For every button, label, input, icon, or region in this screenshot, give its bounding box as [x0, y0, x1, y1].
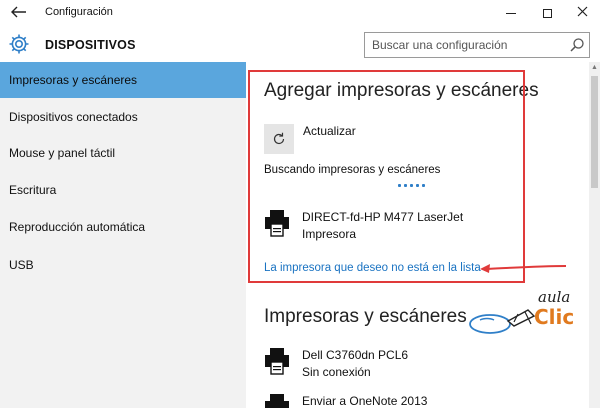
device-name: Enviar a OneNote 2013 [302, 394, 428, 408]
device-status: Sin conexión [302, 365, 371, 379]
refresh-icon [273, 132, 285, 145]
content-pane [246, 62, 586, 408]
page-header: DISPOSITIVOS [0, 26, 600, 62]
sidebar-item-reproduccion[interactable]: Reproducción automática [0, 209, 246, 245]
printer-icon [264, 346, 290, 376]
minimize-button[interactable] [497, 2, 525, 24]
sidebar: Impresoras y escáneres Dispositivos cone… [0, 62, 246, 408]
printer-icon [264, 208, 290, 238]
maximize-button[interactable] [533, 2, 561, 24]
back-arrow-icon[interactable] [8, 4, 30, 22]
scroll-thumb[interactable] [591, 76, 598, 188]
logo-text-aula: aula [538, 288, 571, 306]
printer-not-listed-link[interactable]: La impresora que deseo no está en la lis… [264, 262, 481, 274]
progress-dot [404, 184, 407, 187]
window-title: Configuración [45, 6, 113, 18]
sidebar-item-dispositivos-conectados[interactable]: Dispositivos conectados [0, 99, 246, 135]
sidebar-item-mouse[interactable]: Mouse y panel táctil [0, 135, 246, 171]
title-bar: Configuración [0, 0, 600, 26]
logo-text-clic: Clic [534, 305, 575, 329]
minimize-icon [506, 13, 516, 15]
device-name: DIRECT-fd-HP M477 LaserJet [302, 210, 464, 224]
search-box[interactable] [364, 32, 590, 58]
device-name: Dell C3760dn PCL6 [302, 348, 409, 362]
sidebar-item-escritura[interactable]: Escritura [0, 172, 246, 208]
gear-icon [8, 33, 30, 55]
sidebar-item-impresoras[interactable]: Impresoras y escáneres [0, 62, 246, 98]
refresh-button[interactable] [264, 124, 294, 154]
scroll-up-arrow-icon[interactable]: ▲ [589, 62, 600, 74]
device-type: Impresora [302, 227, 357, 241]
aulaclic-logo: aula Clic [468, 288, 586, 344]
searching-status: Buscando impresoras y escáneres [264, 164, 441, 176]
printer-icon [264, 392, 290, 408]
search-input[interactable] [365, 33, 563, 57]
page-title: DISPOSITIVOS [45, 38, 136, 52]
progress-dot [416, 184, 419, 187]
mouse-graduation-cap-icon [469, 309, 536, 334]
progress-dot [410, 184, 413, 187]
scrollbar[interactable]: ▲ [589, 62, 600, 408]
progress-dot [422, 184, 425, 187]
progress-dot [398, 184, 401, 187]
maximize-icon [542, 9, 552, 19]
refresh-label[interactable]: Actualizar [303, 124, 356, 138]
close-button[interactable] [568, 2, 596, 24]
close-icon [577, 6, 587, 17]
printers-list-heading: Impresoras y escáneres [264, 306, 467, 327]
add-printers-heading: Agregar impresoras y escáneres [264, 80, 539, 101]
sidebar-item-usb[interactable]: USB [0, 247, 246, 283]
search-icon[interactable] [569, 37, 585, 53]
progress-dots [398, 184, 428, 188]
